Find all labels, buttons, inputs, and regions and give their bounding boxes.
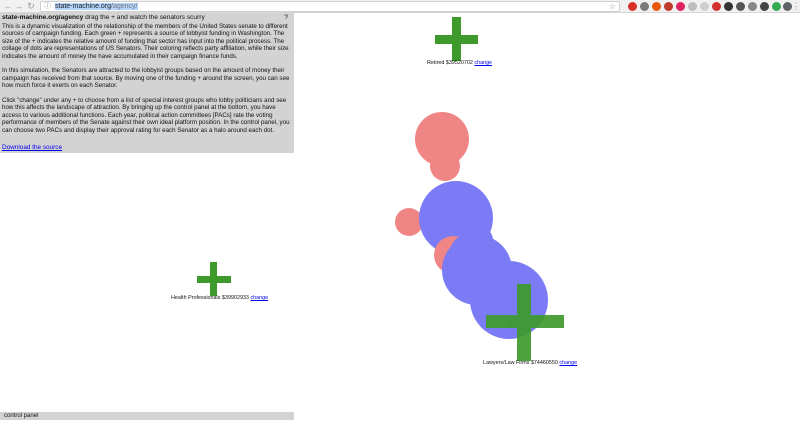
- senator-dot[interactable]: [395, 208, 423, 236]
- lobby-name: Health Professionals: [171, 295, 221, 301]
- address-bar[interactable]: ⓘ state-machine.org/agency/ ☆: [40, 1, 620, 12]
- senator-dot[interactable]: [467, 227, 493, 253]
- extension-icon[interactable]: [724, 2, 733, 11]
- forward-icon[interactable]: →: [14, 1, 24, 11]
- lobby-name: Retired: [427, 60, 445, 66]
- page-info-icon[interactable]: ⓘ: [44, 2, 51, 11]
- lobby-label-lawyers: Lawyers/Law Firms $74460550 change: [483, 360, 577, 367]
- info-panel: state-machine.org/agency drag the + and …: [0, 13, 294, 153]
- description-paragraph: In this simulation, the Senators are att…: [2, 67, 290, 90]
- extension-icon[interactable]: [664, 2, 673, 11]
- change-link[interactable]: change: [559, 360, 577, 366]
- extension-adblock-icon[interactable]: [628, 2, 637, 11]
- lobby-plus-retired[interactable]: [435, 17, 478, 61]
- extension-pinterest-icon[interactable]: [676, 2, 685, 11]
- lobby-amount: $39902933: [221, 295, 249, 301]
- browser-menu-icon[interactable]: ⋮: [791, 1, 800, 11]
- extension-icon[interactable]: [760, 2, 769, 11]
- extension-icon[interactable]: [772, 2, 781, 11]
- extension-icon[interactable]: [688, 2, 697, 11]
- change-link[interactable]: change: [250, 295, 268, 301]
- site-title: state-machine.org/agency: [2, 14, 84, 21]
- bookmark-star-icon[interactable]: ☆: [609, 2, 616, 11]
- senator-dot[interactable]: [420, 119, 446, 145]
- senator-dot[interactable]: [430, 151, 460, 181]
- extension-icon[interactable]: [640, 2, 649, 11]
- tagline: drag the + and watch the senators scurry: [85, 14, 205, 21]
- info-header: state-machine.org/agency drag the + and …: [2, 14, 292, 23]
- lobby-label-health-professionals: Health Professionals $39902933 change: [171, 295, 268, 302]
- extension-icon[interactable]: [652, 2, 661, 11]
- url-text[interactable]: state-machine.org/agency/: [55, 2, 138, 11]
- description-paragraph: Click "change" under any + to choose fro…: [2, 97, 290, 134]
- lobby-label-retired: Retired $39520702 change: [427, 60, 492, 67]
- browser-toolbar: ← → ↻ ⓘ state-machine.org/agency/ ☆ ⋮: [0, 0, 800, 13]
- control-panel-label: control panel: [4, 413, 39, 419]
- extension-icon[interactable]: [736, 2, 745, 11]
- help-button[interactable]: ?: [284, 14, 288, 21]
- extension-icon[interactable]: [748, 2, 757, 11]
- lobby-amount: $39520702: [445, 60, 473, 66]
- download-source-link[interactable]: Download the source: [2, 144, 62, 151]
- extension-icon[interactable]: [700, 2, 709, 11]
- control-panel-toggle[interactable]: control panel: [0, 412, 294, 420]
- extension-icon[interactable]: [712, 2, 721, 11]
- change-link[interactable]: change: [474, 60, 492, 66]
- lobby-amount: $74460550: [530, 360, 558, 366]
- lobby-plus-health-professionals[interactable]: [197, 262, 231, 296]
- back-icon[interactable]: ←: [3, 1, 13, 11]
- reload-icon[interactable]: ↻: [26, 1, 36, 11]
- description-paragraph: This is a dynamic visualization of the r…: [2, 23, 289, 60]
- lobby-name: Lawyers/Law Firms: [483, 360, 530, 366]
